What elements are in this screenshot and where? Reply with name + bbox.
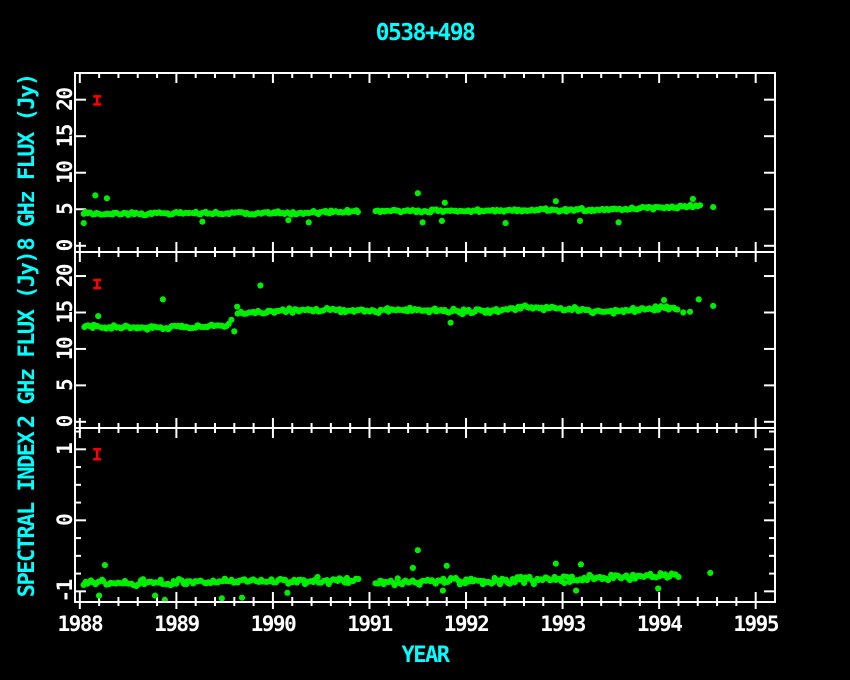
data-point xyxy=(707,570,713,576)
data-point xyxy=(503,220,509,226)
data-point xyxy=(219,595,225,601)
data-point xyxy=(577,218,583,224)
data-point xyxy=(199,219,205,225)
data-point xyxy=(710,303,716,309)
data-point xyxy=(710,204,716,210)
x-tick-label-year: 1989 xyxy=(154,612,199,636)
chart-title: 0538+498 xyxy=(376,20,475,46)
data-point xyxy=(96,593,102,599)
data-point xyxy=(697,202,703,208)
data-point xyxy=(675,574,681,580)
x-axis-title: YEAR xyxy=(402,643,451,668)
data-point xyxy=(160,296,166,302)
y-tick-label-8ghz-flux: 5 xyxy=(53,203,77,215)
data-point xyxy=(680,309,686,315)
y-axis-title-2ghz-flux: 2 GHz FLUX (Jy) xyxy=(15,252,40,428)
data-point xyxy=(687,309,693,315)
data-point xyxy=(561,580,567,586)
data-point xyxy=(573,588,579,594)
data-point xyxy=(231,328,237,334)
x-tick-label-year: 1988 xyxy=(58,612,103,636)
y-tick-label-2ghz-flux: 20 xyxy=(53,264,77,287)
data-point xyxy=(578,561,584,567)
data-point xyxy=(440,588,446,594)
data-point xyxy=(439,218,445,224)
data-point xyxy=(415,547,421,553)
x-tick-label-year: 1991 xyxy=(347,612,392,636)
data-point xyxy=(448,320,454,326)
data-point xyxy=(442,200,448,206)
y-tick-label-2ghz-flux: 15 xyxy=(53,300,77,323)
data-point xyxy=(616,219,622,225)
data-point xyxy=(104,195,110,201)
x-tick-label-year: 1994 xyxy=(637,612,682,636)
y-tick-label-spectral-index: 0 xyxy=(53,514,77,526)
data-point xyxy=(355,209,361,215)
data-point xyxy=(92,192,98,198)
data-point xyxy=(661,297,667,303)
data-point xyxy=(95,313,101,319)
data-point xyxy=(415,190,421,196)
data-point xyxy=(81,220,87,226)
data-point xyxy=(655,585,661,591)
y-tick-label-8ghz-flux: 20 xyxy=(53,88,77,111)
y-tick-label-8ghz-flux: 10 xyxy=(53,161,77,184)
data-point xyxy=(257,282,263,288)
y-tick-label-2ghz-flux: 10 xyxy=(53,337,77,360)
data-point xyxy=(239,595,245,601)
y-tick-label-2ghz-flux: 5 xyxy=(53,379,77,391)
data-point xyxy=(102,562,108,568)
data-point xyxy=(228,317,234,323)
data-point xyxy=(285,217,291,223)
y-axis-title-8ghz-flux: 8 GHz FLUX (Jy) xyxy=(15,74,40,250)
data-point xyxy=(553,561,559,567)
radio-flux-monitoring-chart: 0538+498 YEAR 8 GHz FLUX (Jy) 2 GHz FLUX… xyxy=(0,0,850,680)
data-point xyxy=(674,307,680,313)
data-point xyxy=(355,576,361,582)
data-point xyxy=(152,593,158,599)
y-tick-label-spectral-index: -1 xyxy=(53,579,77,602)
data-point xyxy=(315,574,321,580)
data-point xyxy=(306,219,312,225)
x-tick-label-year: 1995 xyxy=(733,612,778,636)
data-point xyxy=(234,304,240,310)
data-point xyxy=(284,590,290,596)
data-point xyxy=(444,563,450,569)
data-point xyxy=(410,565,416,571)
y-tick-label-8ghz-flux: 15 xyxy=(53,124,77,147)
x-tick-label-year: 1992 xyxy=(444,612,489,636)
x-tick-label-year: 1990 xyxy=(251,612,296,636)
data-point xyxy=(420,219,426,225)
data-point xyxy=(696,296,702,302)
data-point xyxy=(690,196,696,202)
data-point xyxy=(553,198,559,204)
y-axis-title-spectral-index: SPECTRAL INDEX xyxy=(15,432,40,598)
x-tick-label-year: 1993 xyxy=(540,612,585,636)
y-tick-label-spectral-index: 1 xyxy=(53,443,77,455)
y-tick-label-2ghz-flux: 0 xyxy=(53,415,77,427)
y-tick-label-8ghz-flux: 0 xyxy=(53,239,77,251)
